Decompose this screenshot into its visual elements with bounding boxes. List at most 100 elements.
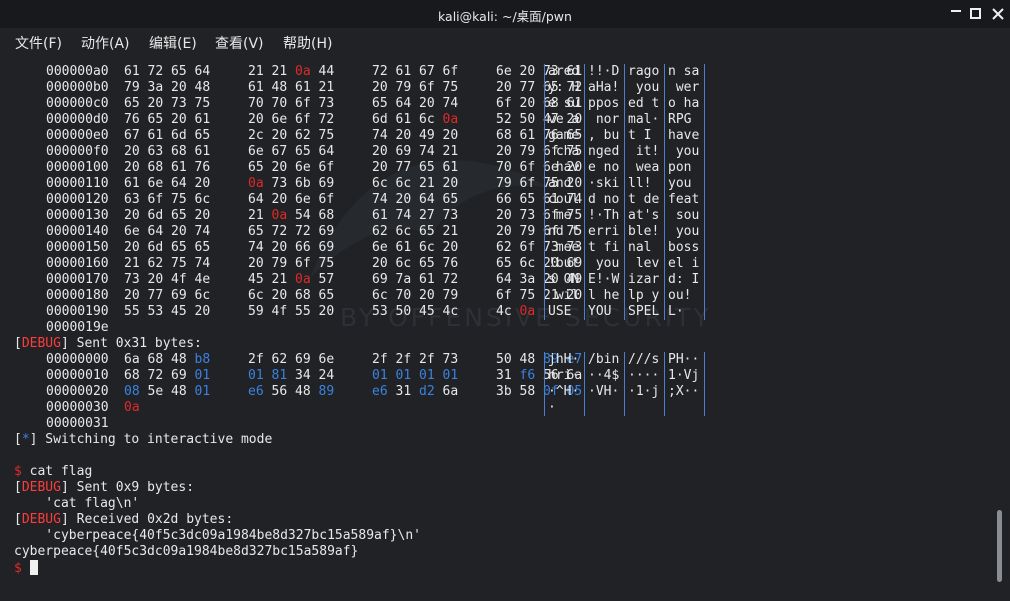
hex-byte: 81 <box>271 368 288 383</box>
hex-byte: 01 <box>419 368 435 383</box>
hex-byte: 3a <box>519 272 536 287</box>
ascii-separator <box>624 352 625 416</box>
hex-byte: 65 <box>496 256 512 271</box>
hex-byte: 6e <box>295 160 311 175</box>
hex-byte: 77 <box>147 288 164 303</box>
hex-byte: 20 <box>442 128 459 143</box>
close-icon[interactable] <box>988 4 1008 24</box>
ascii-column: sou <box>668 208 700 223</box>
ascii-column: nor <box>588 112 620 127</box>
hex-byte: 21 <box>318 80 335 95</box>
hex-byte: 62 <box>271 352 288 367</box>
ascii-separator <box>704 64 705 320</box>
hex-byte: 69 <box>318 224 335 239</box>
hex-byte: 61 <box>171 160 187 175</box>
terminal-output[interactable]: BY OFFENSIVE SECURITY 000000a0 61 72 65 64 21… <box>0 58 996 601</box>
hex-byte: 01 <box>372 368 388 383</box>
debug-sent-flag-text: Sent 0x9 bytes: <box>68 480 195 495</box>
hexdump-sent-end-offset: 00000031 <box>46 416 109 431</box>
scrollbar-thumb[interactable] <box>997 510 1002 582</box>
hex-byte: 64 <box>171 176 187 191</box>
debug-tag: DEBUG <box>21 336 61 351</box>
ascii-column: d no <box>588 192 620 207</box>
menu-help[interactable]: 帮助(H) <box>283 33 332 53</box>
hex-byte: 20 <box>372 160 388 175</box>
ascii-column: cha <box>548 144 580 159</box>
hex-byte: 45 <box>248 272 264 287</box>
hex-byte: 21 <box>271 64 288 79</box>
ascii-column: t de <box>628 192 660 207</box>
hex-offset: 00000140 <box>46 224 109 239</box>
hexdump-end-offset: 0000019e <box>46 320 109 335</box>
ascii-column: ···· <box>628 368 660 383</box>
hex-byte: 61 <box>519 128 536 143</box>
hex-byte: 6c <box>395 256 412 271</box>
hex-byte: 52 <box>496 112 512 127</box>
hex-byte: 67 <box>419 64 435 79</box>
hex-byte: 20 <box>194 304 211 319</box>
hex-byte: 68 <box>124 368 140 383</box>
hex-byte: 6c <box>419 112 435 127</box>
hex-offset: 00000030 <box>46 400 109 415</box>
hex-byte: 76 <box>442 256 459 271</box>
hex-byte: 66 <box>295 240 311 255</box>
hex-byte: 68 <box>496 128 512 143</box>
hex-byte: 73 <box>171 96 187 111</box>
hex-byte: 57 <box>318 272 335 287</box>
hex-byte: 4e <box>194 272 211 287</box>
hex-byte: 34 <box>295 368 311 383</box>
ascii-column: and <box>548 176 580 191</box>
hex-byte: 65 <box>171 64 187 79</box>
hex-byte: 2f <box>248 352 264 367</box>
hex-byte: 45 <box>419 304 435 319</box>
ascii-column: USE <box>548 304 580 319</box>
ascii-separator <box>584 352 585 416</box>
hex-byte: 21 <box>248 208 264 223</box>
hex-byte: 20 <box>372 80 388 95</box>
hex-byte: 6e <box>248 144 264 159</box>
hex-byte: 64 <box>248 192 264 207</box>
hex-offset: 00000130 <box>46 208 109 223</box>
ascii-column: you <box>628 80 660 95</box>
hex-byte: 68 <box>318 208 335 223</box>
hex-byte: 74 <box>442 96 459 111</box>
hex-byte: 6e <box>124 224 140 239</box>
hex-byte: 4f <box>171 272 187 287</box>
menu-file[interactable]: 文件(F) <box>15 33 62 53</box>
hex-byte: 79 <box>271 256 288 271</box>
ascii-column: y: H <box>548 80 580 95</box>
hex-byte: 20 <box>147 96 164 111</box>
ascii-column: t I <box>628 128 660 143</box>
hex-byte: 20 <box>519 96 536 111</box>
ascii-separator <box>544 352 545 416</box>
menu-edit[interactable]: 编辑(E) <box>149 33 197 53</box>
hex-byte: 73 <box>442 352 459 367</box>
hex-byte: 72 <box>147 368 164 383</box>
menu-view[interactable]: 查看(V) <box>215 33 264 53</box>
hex-offset: 00000190 <box>46 304 109 319</box>
hex-byte: 56 <box>271 384 288 399</box>
ascii-column: el i <box>668 256 700 271</box>
minimize-icon[interactable] <box>946 4 966 24</box>
hex-byte: 6f <box>147 192 164 207</box>
menu-action[interactable]: 动作(A) <box>81 33 130 53</box>
maximize-icon[interactable] <box>966 4 986 24</box>
hex-byte: 49 <box>419 128 435 143</box>
hex-byte: 53 <box>147 304 164 319</box>
hex-byte: 6c <box>372 176 388 191</box>
hex-byte: 69 <box>318 176 335 191</box>
hex-byte: 75 <box>519 288 536 303</box>
hex-byte: 08 <box>124 384 140 399</box>
hex-byte: 6c <box>419 240 435 255</box>
ascii-column: have <box>668 128 700 143</box>
menu-bar: 文件(F) 动作(A) 编辑(E) 查看(V) 帮助(H) <box>0 28 1010 56</box>
hex-byte: 6f <box>442 64 459 79</box>
ascii-column: ed t <box>628 96 660 111</box>
hex-byte: 6c <box>519 256 536 271</box>
hex-byte: 74 <box>372 192 388 207</box>
hex-byte: 67 <box>124 128 140 143</box>
hex-byte: 53 <box>372 304 388 319</box>
hex-byte: 48 <box>171 352 187 367</box>
command-text: cat flag <box>21 464 93 479</box>
input-line[interactable]: $ <box>14 560 38 576</box>
